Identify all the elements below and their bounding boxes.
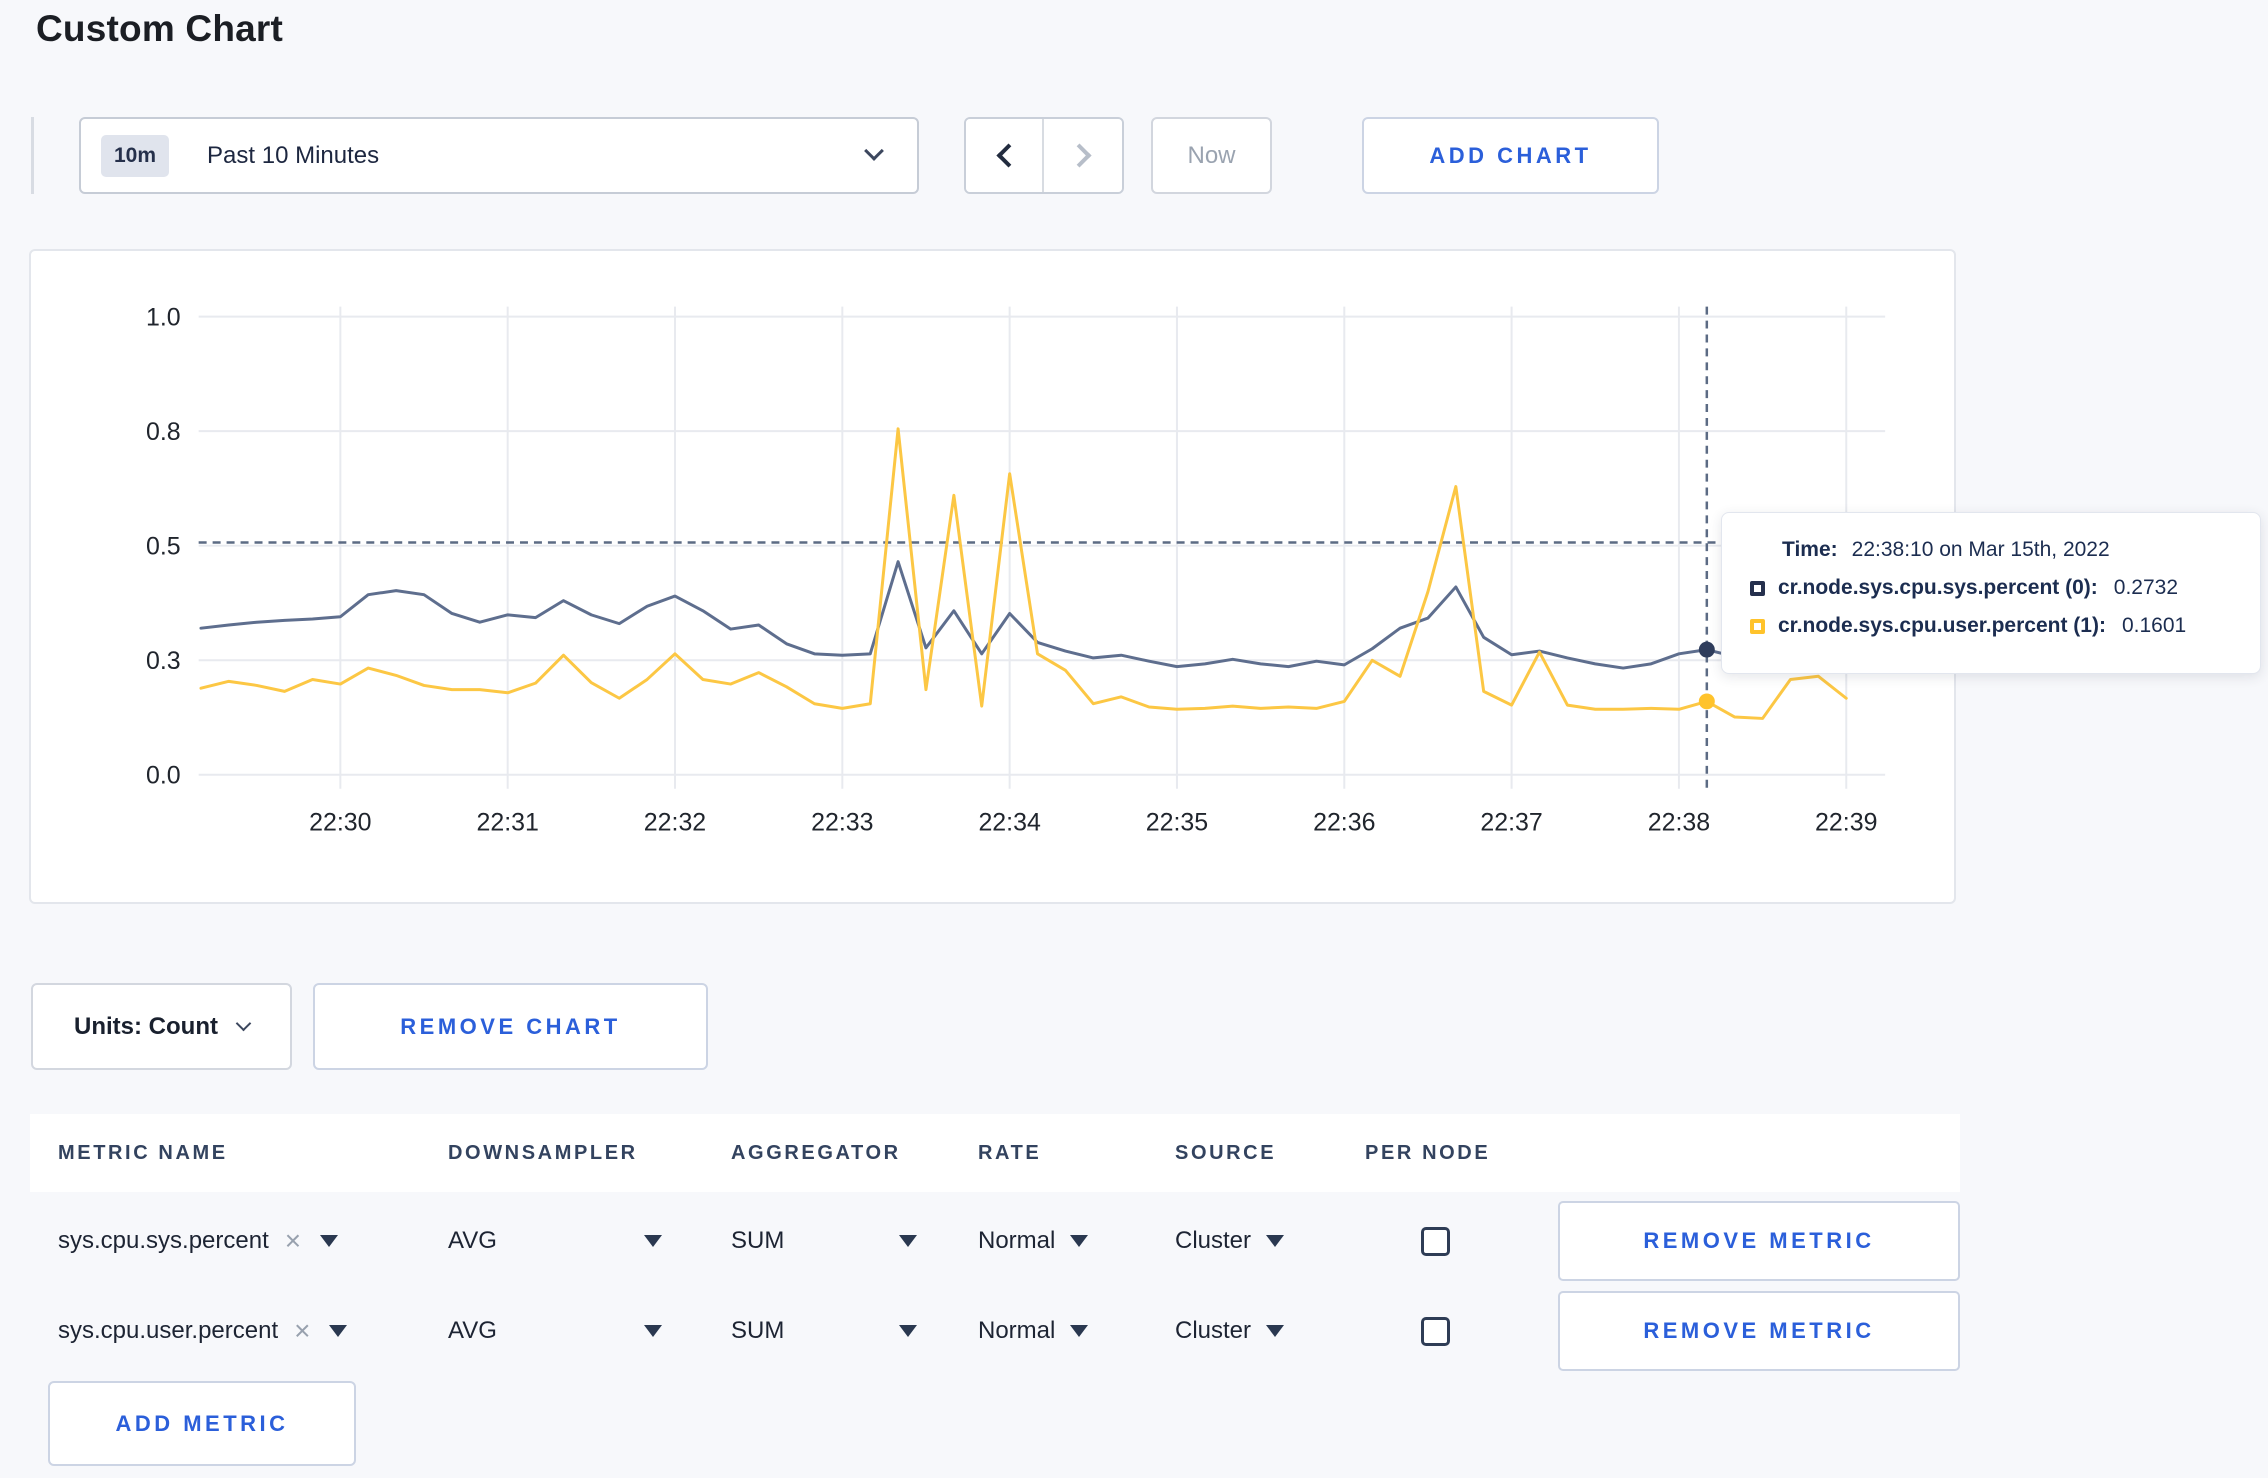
time-window-badge: 10m	[101, 134, 170, 177]
aggregator-value: SUM	[731, 1227, 785, 1254]
downsampler-value: AVG	[448, 1227, 497, 1254]
time-nav-group	[964, 117, 1124, 194]
tooltip-time-value: 22:38:10 on Mar 15th, 2022	[1851, 538, 2110, 561]
caret-down-icon	[899, 1235, 917, 1247]
toolbar: 10m Past 10 Minutes Now ADD CHART	[31, 117, 1659, 194]
add-chart-button[interactable]: ADD CHART	[1362, 117, 1659, 194]
per-node-checkbox[interactable]	[1421, 1316, 1450, 1346]
remove-metric-button[interactable]: REMOVE METRIC	[1558, 1201, 1960, 1281]
add-metric-button[interactable]: ADD METRIC	[48, 1381, 356, 1466]
chart-card: 0.0 0.3 0.5 0.8 1.0 22:30 22:31 22:32 22:33 22:34…	[29, 249, 1956, 904]
header-downsampler: DOWNSAMPLER	[448, 1141, 638, 1164]
metric-name-value: sys.cpu.sys.percent	[58, 1227, 269, 1254]
units-dropdown[interactable]: Units: Count	[31, 983, 292, 1070]
tooltip-series-name: cr.node.sys.cpu.sys.percent (0):	[1778, 576, 2098, 599]
chevron-right-icon	[1066, 143, 1092, 168]
series-user-swatch-icon	[1750, 618, 1765, 634]
caret-down-icon	[1070, 1325, 1089, 1337]
tooltip-series-value: 0.2732	[2113, 576, 2179, 599]
downsampler-dropdown[interactable]: AVG	[448, 1227, 662, 1255]
remove-chart-button[interactable]: REMOVE CHART	[313, 983, 708, 1070]
svg-text:22:35: 22:35	[1146, 808, 1208, 836]
svg-text:22:30: 22:30	[309, 808, 371, 836]
metric-name-dropdown[interactable]: sys.cpu.sys.percent ×	[58, 1227, 448, 1255]
chart-tooltip: Time: 22:38:10 on Mar 15th, 2022 cr.node…	[1721, 512, 2261, 674]
svg-text:22:36: 22:36	[1313, 808, 1375, 836]
svg-text:22:31: 22:31	[476, 808, 538, 836]
caret-down-icon	[899, 1325, 917, 1337]
caret-down-icon	[1070, 1235, 1089, 1247]
header-source: SOURCE	[1175, 1141, 1277, 1164]
caret-down-icon	[320, 1235, 339, 1247]
clear-metric-icon[interactable]: ×	[285, 1227, 301, 1255]
svg-text:0.3: 0.3	[146, 647, 181, 675]
svg-text:22:33: 22:33	[811, 808, 873, 836]
svg-text:22:32: 22:32	[644, 808, 706, 836]
tooltip-time-row: Time: 22:38:10 on Mar 15th, 2022	[1782, 538, 2260, 562]
tooltip-series-row: cr.node.sys.cpu.user.percent (1): 0.1601	[1750, 614, 2260, 638]
chevron-left-icon	[995, 143, 1021, 168]
tooltip-time-label: Time:	[1782, 538, 1838, 561]
page-title: Custom Chart	[36, 8, 284, 49]
tooltip-series-value: 0.1601	[2121, 614, 2187, 637]
time-window-label: Past 10 Minutes	[207, 141, 380, 169]
downsampler-value: AVG	[448, 1317, 497, 1344]
source-dropdown[interactable]: Cluster	[1175, 1227, 1365, 1255]
caret-down-icon	[644, 1235, 662, 1247]
chart-controls-row: Units: Count REMOVE CHART	[31, 983, 708, 1070]
svg-text:1.0: 1.0	[146, 304, 181, 332]
rate-value: Normal	[978, 1317, 1056, 1344]
custom-chart-page: Custom Chart 10m Past 10 Minutes Now ADD…	[0, 0, 2268, 1478]
prev-time-button[interactable]	[966, 119, 1044, 192]
svg-text:22:37: 22:37	[1480, 808, 1542, 836]
metrics-table-header: METRIC NAME DOWNSAMPLER AGGREGATOR RATE …	[30, 1114, 1960, 1192]
per-node-checkbox[interactable]	[1421, 1226, 1450, 1256]
now-button[interactable]: Now	[1151, 117, 1272, 194]
units-label: Units: Count	[74, 1012, 218, 1040]
series-sys-swatch-icon	[1750, 580, 1765, 596]
chevron-down-icon	[864, 141, 884, 161]
metrics-table: METRIC NAME DOWNSAMPLER AGGREGATOR RATE …	[30, 1114, 1960, 1466]
aggregator-value: SUM	[731, 1317, 785, 1344]
metric-name-value: sys.cpu.user.percent	[58, 1317, 279, 1344]
aggregator-dropdown[interactable]: SUM	[731, 1227, 917, 1255]
next-time-button[interactable]	[1044, 119, 1122, 192]
header-metric-name: METRIC NAME	[58, 1141, 228, 1164]
svg-text:22:38: 22:38	[1648, 808, 1710, 836]
svg-text:22:39: 22:39	[1815, 808, 1877, 836]
tooltip-series-name: cr.node.sys.cpu.user.percent (1):	[1778, 614, 2106, 637]
metric-row-sys: sys.cpu.sys.percent × AVG SUM Normal Clu…	[30, 1200, 1960, 1282]
svg-text:0.0: 0.0	[146, 762, 181, 790]
clear-metric-icon[interactable]: ×	[294, 1317, 310, 1345]
caret-down-icon	[1266, 1325, 1285, 1337]
tooltip-series-row: cr.node.sys.cpu.sys.percent (0): 0.2732	[1750, 576, 2260, 600]
caret-down-icon	[329, 1325, 348, 1337]
chart-svg[interactable]: 0.0 0.3 0.5 0.8 1.0 22:30 22:31 22:32 22:33 22:34…	[31, 251, 1954, 902]
svg-text:0.5: 0.5	[146, 533, 181, 561]
header-per-node: PER NODE	[1365, 1141, 1491, 1164]
source-value: Cluster	[1175, 1227, 1252, 1254]
toolbar-left-divider	[31, 117, 34, 194]
header-rate: RATE	[978, 1141, 1042, 1164]
source-value: Cluster	[1175, 1317, 1252, 1344]
metric-row-user: sys.cpu.user.percent × AVG SUM Normal Cl…	[30, 1290, 1960, 1372]
chevron-down-icon	[235, 1015, 252, 1031]
downsampler-dropdown[interactable]: AVG	[448, 1317, 662, 1345]
remove-metric-button[interactable]: REMOVE METRIC	[1558, 1291, 1960, 1371]
caret-down-icon	[644, 1325, 662, 1337]
svg-text:22:34: 22:34	[978, 808, 1041, 836]
time-window-dropdown[interactable]: 10m Past 10 Minutes	[79, 117, 919, 194]
rate-dropdown[interactable]: Normal	[978, 1317, 1175, 1345]
source-dropdown[interactable]: Cluster	[1175, 1317, 1365, 1345]
metric-name-dropdown[interactable]: sys.cpu.user.percent ×	[58, 1317, 448, 1345]
rate-dropdown[interactable]: Normal	[978, 1227, 1175, 1255]
rate-value: Normal	[978, 1227, 1056, 1254]
svg-text:0.8: 0.8	[146, 418, 181, 446]
header-aggregator: AGGREGATOR	[731, 1141, 901, 1164]
caret-down-icon	[1266, 1235, 1285, 1247]
aggregator-dropdown[interactable]: SUM	[731, 1317, 917, 1345]
